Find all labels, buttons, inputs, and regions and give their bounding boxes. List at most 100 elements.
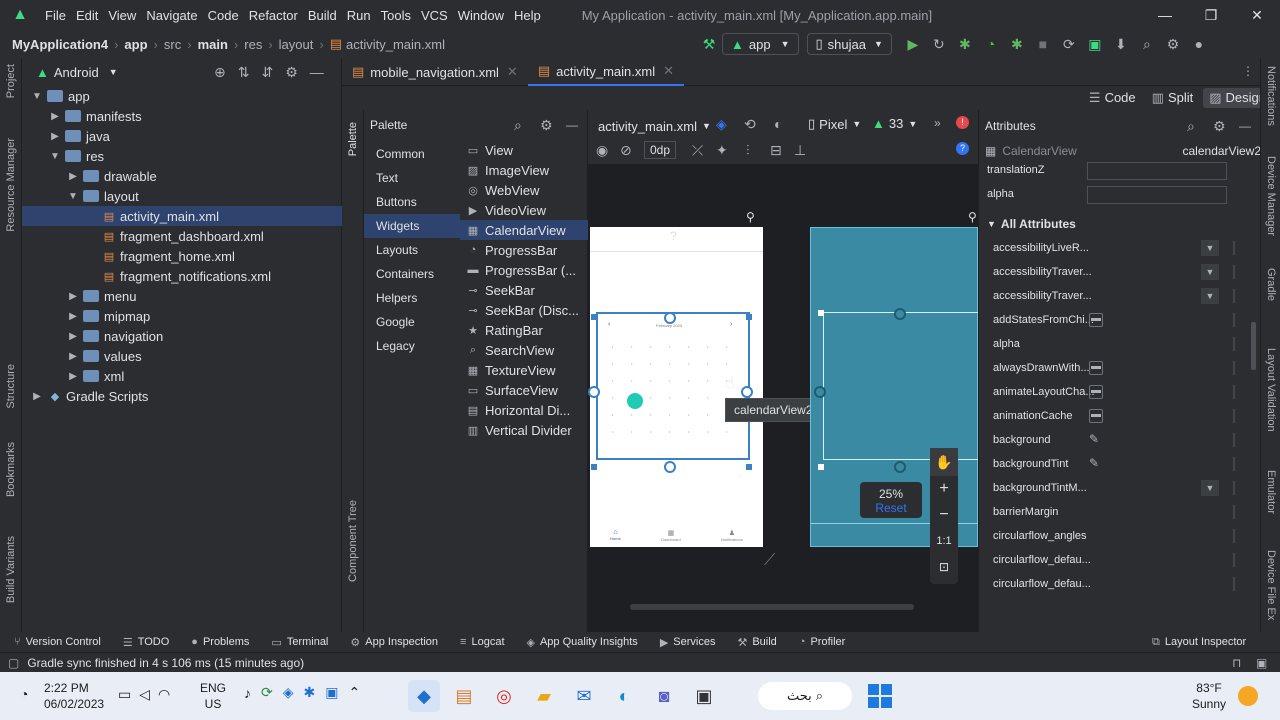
alpha-input[interactable] — [1087, 186, 1227, 204]
gear-icon[interactable]: ⚙ — [540, 117, 553, 134]
menu-item-window[interactable]: Window — [453, 8, 509, 23]
attribute-row[interactable]: accessibilityTraver... ▼ — [979, 260, 1249, 284]
tree-item[interactable]: ▶ ◆ Gradle Scripts — [22, 386, 342, 406]
run-icon[interactable]: ▶ — [900, 33, 926, 55]
tool-window-button[interactable]: ▭ Terminal — [271, 636, 328, 649]
tree-item[interactable]: ▶ mipmap — [22, 306, 342, 326]
breadcrumb-file[interactable]: activity_main.xml — [346, 37, 445, 52]
constraint-anchor[interactable] — [664, 461, 676, 473]
expand-all-icon[interactable]: ⇅ — [238, 64, 250, 81]
flag-editor-icon[interactable]: ▬ — [1089, 385, 1103, 399]
tool-window-button[interactable]: ⚒ Build — [737, 636, 776, 649]
value-field[interactable] — [1233, 241, 1235, 255]
attribute-row[interactable]: accessibilityTraver... ▼ — [979, 284, 1249, 308]
edge-app-icon[interactable]: ◐ — [608, 680, 640, 712]
tree-item[interactable]: ▤ activity_main.xml — [22, 206, 342, 226]
layout-inspector-button[interactable]: ⧉ Layout Inspector — [1152, 632, 1246, 652]
translationz-input[interactable] — [1087, 162, 1227, 180]
constraint-anchor[interactable] — [894, 461, 906, 473]
chevron-right-icon[interactable]: ▶ — [48, 111, 62, 122]
attribute-row[interactable]: barrierMargin — [979, 500, 1249, 524]
more-icon[interactable]: » — [934, 116, 941, 130]
chevron-up-icon[interactable]: ⌃ — [348, 684, 360, 701]
palette-widget[interactable]: ▨ ImageView — [460, 160, 588, 180]
account-icon[interactable]: ● — [1186, 33, 1212, 55]
clock[interactable]: 2:22 PM 06/02/2023 — [44, 680, 104, 712]
close-tab-icon[interactable]: ✕ — [507, 64, 518, 80]
chevron-right-icon[interactable]: ▶ — [66, 351, 80, 362]
weather-widget[interactable]: 83°F Sunny — [1192, 680, 1226, 712]
palette-widget[interactable]: ⊸ SeekBar — [460, 280, 588, 300]
tab-activity-main[interactable]: ▤ activity_main.xml ✕ — [527, 58, 684, 86]
sync-project-icon[interactable]: ⟳ — [1056, 33, 1082, 55]
palette-widget[interactable]: ▭ SurfaceView — [460, 380, 588, 400]
palette-widget[interactable]: ▦ CalendarView — [460, 220, 588, 240]
sync-icon[interactable]: ⟳ — [261, 684, 273, 701]
profile-icon[interactable]: ◔ — [978, 33, 1004, 55]
attributes-scrollbar[interactable] — [1251, 322, 1256, 370]
nav-dashboard[interactable]: ▦ Dashboard — [661, 529, 681, 542]
chevron-right-icon[interactable]: ▶ — [66, 311, 80, 322]
tool-window-button[interactable]: ▶ Services — [660, 636, 716, 649]
tool-window-button[interactable]: ◈ App Quality Insights — [527, 636, 638, 649]
palette-category-google[interactable]: Google — [364, 310, 460, 334]
menu-item-file[interactable]: File — [40, 8, 71, 23]
constraint-anchor[interactable] — [814, 386, 826, 398]
menu-item-edit[interactable]: Edit — [71, 8, 103, 23]
chevron-down-icon[interactable]: ▼ — [48, 151, 62, 162]
device-manager-icon[interactable]: ▣ — [1082, 33, 1108, 55]
selected-date[interactable] — [627, 393, 643, 409]
breadcrumb-module[interactable]: app — [124, 37, 147, 52]
default-margin-select[interactable]: 0dp — [644, 141, 677, 159]
flag-editor-icon[interactable]: ▬ — [1089, 313, 1103, 327]
api-select[interactable]: ▲ 33 ▼ — [872, 116, 917, 131]
palette-widget[interactable]: ◎ WebView — [460, 180, 588, 200]
eye-icon[interactable]: ◉ — [596, 142, 608, 159]
menu-item-help[interactable]: Help — [509, 8, 546, 23]
tree-item[interactable]: ▶ xml — [22, 366, 342, 386]
color-picker-icon[interactable]: ✎ — [1089, 456, 1099, 470]
breadcrumb-project[interactable]: MyApplication4 — [12, 37, 108, 52]
breadcrumb-main[interactable]: main — [198, 37, 228, 52]
right-tool-tab[interactable]: Notifications — [1265, 66, 1277, 126]
resize-handle[interactable] — [746, 464, 752, 470]
volume-icon[interactable]: ◁ — [139, 686, 150, 703]
value-field[interactable] — [1233, 457, 1235, 471]
attribute-row[interactable]: backgroundTintM... ▼ — [979, 476, 1249, 500]
project-tool-tab[interactable]: Project — [5, 64, 17, 98]
palette-category-containers[interactable]: Containers — [364, 262, 460, 286]
menu-item-build[interactable]: Build — [303, 8, 342, 23]
palette-category-helpers[interactable]: Helpers — [364, 286, 460, 310]
gear-icon[interactable]: ⚙ — [285, 64, 298, 81]
menu-item-refactor[interactable]: Refactor — [244, 8, 303, 23]
tree-item[interactable]: ▤ fragment_dashboard.xml — [22, 226, 342, 246]
palette-widget[interactable]: ⊸ SeekBar (Disc... — [460, 300, 588, 320]
apply-changes-icon[interactable]: ↻ — [926, 33, 952, 55]
run-config-select[interactable]: ▲ app ▼ — [722, 33, 799, 55]
constraint-anchor[interactable] — [741, 386, 753, 398]
build-variants-tool-tab[interactable]: Build Variants — [5, 536, 17, 603]
value-field[interactable] — [1233, 433, 1235, 447]
breadcrumb-layout[interactable]: layout — [279, 37, 314, 52]
value-field[interactable] — [1233, 385, 1235, 399]
tree-item[interactable]: ▼ res — [22, 146, 342, 166]
stop-icon[interactable]: ■ — [1030, 33, 1056, 55]
restore-icon[interactable]: ❐ — [1188, 0, 1234, 30]
attribute-row[interactable]: background ✎ — [979, 428, 1249, 452]
lock-icon[interactable]: ⊓ — [1232, 656, 1241, 670]
resize-corner-icon[interactable]: ⟋ — [764, 552, 775, 570]
baseline-icon[interactable]: ⊥ — [794, 142, 806, 159]
palette-category-buttons[interactable]: Buttons — [364, 190, 460, 214]
all-attributes-section[interactable]: ▼ All Attributes — [987, 214, 1076, 234]
design-file-select[interactable]: activity_main.xml ▼ — [598, 116, 711, 136]
microphone-icon[interactable]: ♪ — [244, 685, 251, 701]
attribute-row[interactable]: circularflow_defau... — [979, 572, 1249, 596]
tool-window-button[interactable]: ◔ Profiler — [799, 636, 846, 648]
project-view-select[interactable]: ▲ Android ▼ — [36, 62, 118, 82]
tab-mobile-navigation[interactable]: ▤ mobile_navigation.xml ✕ — [342, 58, 528, 86]
tree-item[interactable]: ▶ values — [22, 346, 342, 366]
zoom-fit-icon[interactable]: ⊡ — [930, 554, 958, 580]
horizontal-scrollbar[interactable] — [630, 604, 914, 610]
teams-app-icon[interactable]: ◙ — [648, 680, 680, 712]
search-everywhere-icon[interactable]: ⌕ — [1134, 33, 1160, 55]
